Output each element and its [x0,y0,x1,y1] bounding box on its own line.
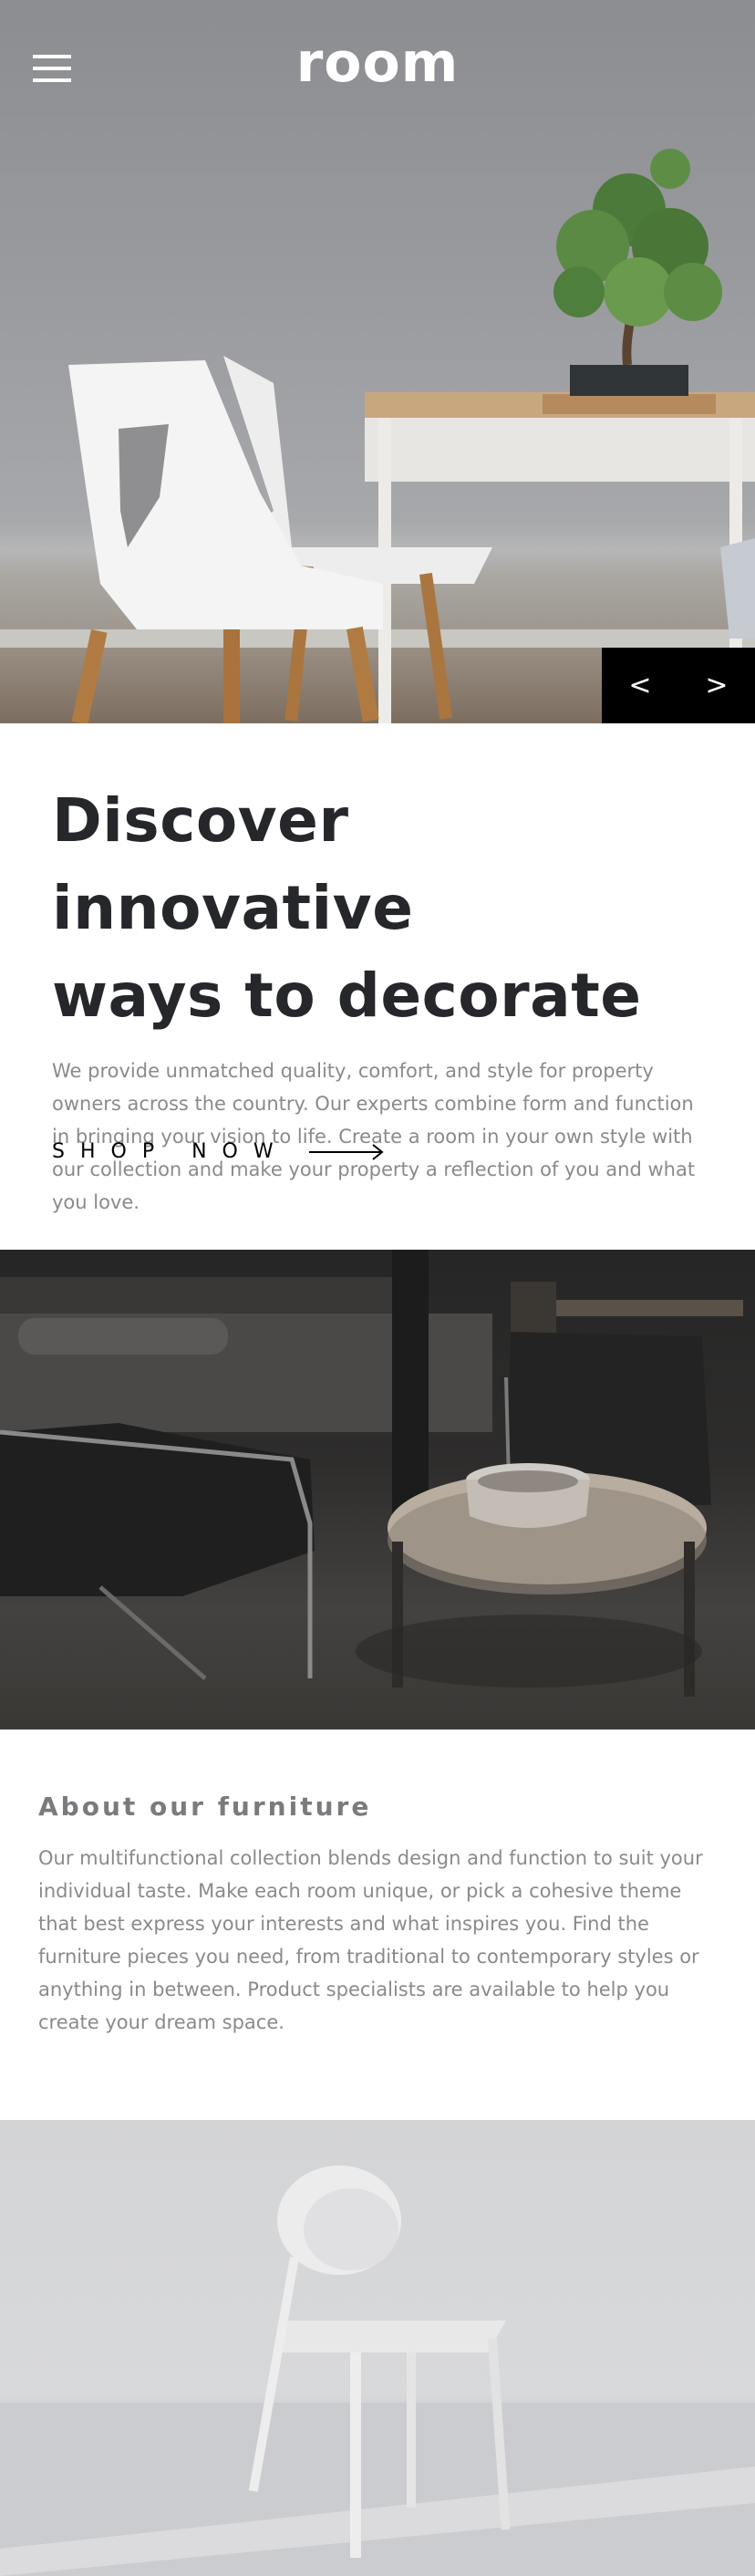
slider-prev-button[interactable]: < [602,648,678,723]
dark-furniture-image [0,1250,755,1729]
hero-image [68,149,755,723]
intro-title-line2: ways to decorate [52,961,642,1031]
site-logo[interactable]: room [0,31,755,95]
white-chair-illustration [0,2166,755,2576]
hero-section: room < > [0,0,755,723]
dark-furniture-illustration [0,1250,743,1697]
slider-next-button[interactable]: > [678,648,755,723]
intro-title-line1: Discover innovative [52,785,414,943]
shop-now-label: SHOP NOW [52,1140,289,1163]
slider-controls: < > [602,648,755,723]
white-chair-image [0,2120,755,2576]
about-heading: About our furniture [38,1792,372,1822]
intro-body: We provide unmatched quality, comfort, a… [52,1060,696,1213]
arrow-right-icon [308,1143,384,1160]
intro-title: Discover innovative ways to decorate [52,777,708,1040]
about-body: Our multifunctional collection blends de… [38,1847,703,2033]
shop-now-link[interactable]: SHOP NOW [52,1140,386,1163]
about-section: About our furniture Our multifunctional … [38,1792,713,2039]
